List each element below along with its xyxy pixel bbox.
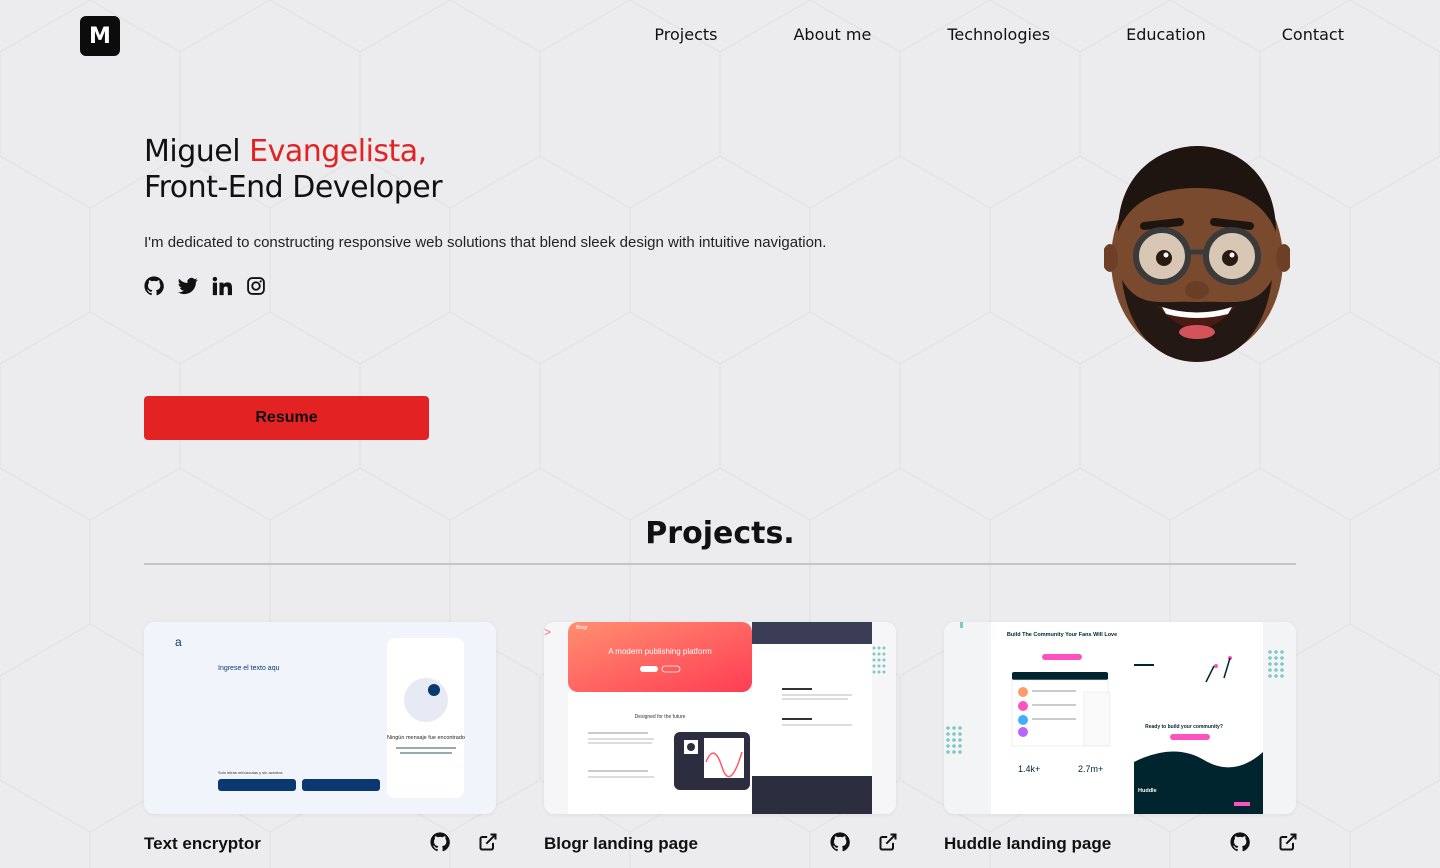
hero-description: I'm dedicated to constructing responsive… <box>144 234 827 251</box>
project-card-huddle: Build The Community Your Fans Will Love … <box>944 622 1297 853</box>
hero-role: Front-End Developer <box>144 170 443 205</box>
nav-technologies[interactable]: Technologies <box>947 24 1050 46</box>
github-icon[interactable] <box>830 832 850 852</box>
preview-hero-text: A modern publishing platform <box>608 647 712 656</box>
project-name: Huddle landing page <box>944 834 1112 853</box>
preview-input-text: Ingrese el texto aqu <box>218 665 280 672</box>
project-meta: Text encryptor <box>144 832 498 858</box>
project-thumbnail[interactable]: Build The Community Your Fans Will Love … <box>944 622 1296 814</box>
site-logo[interactable]: M <box>80 16 120 56</box>
projects-divider <box>144 563 1296 565</box>
hero-name-accent: Evangelista, <box>249 134 427 169</box>
project-name: Text encryptor <box>144 834 261 853</box>
social-links <box>144 276 266 296</box>
preview-stat-2: 2.7m+ <box>1078 764 1103 774</box>
preview-panel-title: Ningún mensaje fue encontrado <box>387 735 465 741</box>
linkedin-icon[interactable] <box>212 276 232 296</box>
svg-text:>: > <box>544 625 551 639</box>
nav-about-me[interactable]: About me <box>793 24 871 46</box>
instagram-icon[interactable] <box>246 276 266 296</box>
hero-name-first: Miguel <box>144 134 241 169</box>
preview-logo: a <box>175 635 182 649</box>
preview-section-text: Designed for the future <box>635 714 686 720</box>
preview-brand: Huddle <box>1138 788 1157 794</box>
preview-footer-text: Solo letras minúsculas y sin acentos <box>218 770 282 775</box>
external-link-icon[interactable] <box>878 832 898 852</box>
project-thumbnail[interactable]: a Ingrese el texto aqu Ningún mensaje fu… <box>144 622 496 814</box>
main-nav: Projects About me Technologies Education… <box>578 24 1344 46</box>
github-icon[interactable] <box>1230 832 1250 852</box>
nav-education[interactable]: Education <box>1126 24 1206 46</box>
nav-projects[interactable]: Projects <box>654 24 717 46</box>
preview-stat-1: 1.4k+ <box>1018 764 1040 774</box>
project-card-blogr: > Blogr A modern publishing platform Des… <box>544 622 897 853</box>
external-link-icon[interactable] <box>478 832 498 852</box>
memoji-avatar <box>1104 146 1290 362</box>
projects-heading: Projects. <box>645 516 795 551</box>
preview-headline: Build The Community Your Fans Will Love <box>1007 632 1117 638</box>
project-meta: Huddle landing page <box>944 832 1298 858</box>
github-icon[interactable] <box>144 276 164 296</box>
hero-title: Miguel Evangelista, Front-End Developer <box>144 134 443 206</box>
project-meta: Blogr landing page <box>544 832 898 858</box>
nav-contact[interactable]: Contact <box>1282 24 1344 46</box>
resume-button[interactable]: Resume <box>144 396 429 440</box>
github-icon[interactable] <box>430 832 450 852</box>
project-card-text-encryptor: a Ingrese el texto aqu Ningún mensaje fu… <box>144 622 497 853</box>
project-thumbnail[interactable]: > Blogr A modern publishing platform Des… <box>544 622 896 814</box>
external-link-icon[interactable] <box>1278 832 1298 852</box>
preview-brand: Blogr <box>576 625 588 631</box>
project-name: Blogr landing page <box>544 834 698 853</box>
twitter-icon[interactable] <box>178 276 198 296</box>
preview-cta: Ready to build your community? <box>1145 724 1223 730</box>
